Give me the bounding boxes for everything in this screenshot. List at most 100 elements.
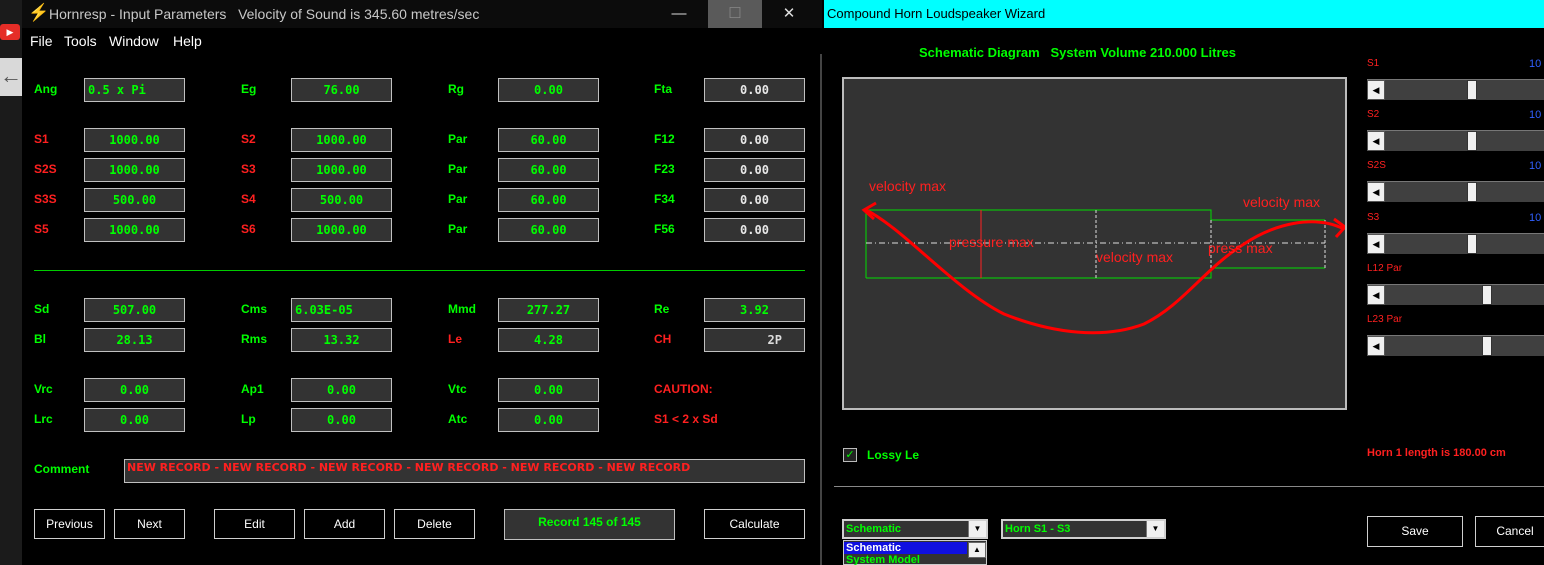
scroll-left-icon[interactable]: ◀ — [1367, 131, 1385, 151]
field-eg[interactable]: 76.00 — [291, 78, 392, 102]
close-button[interactable]: ✕ — [762, 0, 816, 28]
slider-s1[interactable]: ◀ — [1367, 79, 1544, 100]
field-rms[interactable]: 13.32 — [291, 328, 392, 352]
field-sd[interactable]: 507.00 — [84, 298, 185, 322]
window-title: Hornresp - Input Parameters Velocity of … — [49, 6, 480, 22]
standing-wave-curve — [865, 208, 1345, 335]
field-s3[interactable]: 1000.00 — [291, 158, 392, 182]
field-cms[interactable]: 6.03E-05 — [291, 298, 392, 322]
label-s6: S6 — [241, 222, 256, 236]
field-re[interactable]: 3.92 — [704, 298, 805, 322]
comment-field[interactable]: NEW RECORD - NEW RECORD - NEW RECORD - N… — [124, 459, 805, 483]
menu-tools[interactable]: Tools — [64, 33, 97, 49]
calculate-button[interactable]: Calculate — [704, 509, 805, 539]
chevron-down-icon[interactable]: ▼ — [968, 521, 986, 537]
cancel-button[interactable]: Cancel — [1475, 516, 1544, 547]
slider-s2s[interactable]: ◀ — [1367, 181, 1544, 202]
field-f12[interactable]: 0.00 — [704, 128, 805, 152]
scroll-left-icon[interactable]: ◀ — [1367, 234, 1385, 254]
field-s4[interactable]: 500.00 — [291, 188, 392, 212]
slider-thumb[interactable] — [1466, 234, 1477, 254]
previous-button[interactable]: Previous — [34, 509, 105, 539]
edit-button[interactable]: Edit — [214, 509, 295, 539]
slider-thumb[interactable] — [1466, 80, 1477, 100]
menu-window[interactable]: Window — [109, 33, 159, 49]
field-fta[interactable]: 0.00 — [704, 78, 805, 102]
label-ap1: Ap1 — [241, 382, 264, 396]
slider-thumb[interactable] — [1466, 182, 1477, 202]
horn-select[interactable]: Horn S1 - S3 ▼ — [1001, 519, 1166, 539]
menu-file[interactable]: File — [30, 33, 53, 49]
field-s6[interactable]: 1000.00 — [291, 218, 392, 242]
wizard-title-bar[interactable]: Compound Horn Loudspeaker Wizard — [824, 0, 1544, 28]
slider-value-s1: 10 — [1529, 58, 1542, 70]
field-par-1[interactable]: 60.00 — [498, 128, 599, 152]
scroll-left-icon[interactable]: ◀ — [1367, 336, 1385, 356]
label-s1: S1 — [34, 132, 49, 146]
slider-l12-par[interactable]: ◀ — [1367, 284, 1544, 305]
slider-thumb[interactable] — [1466, 131, 1477, 151]
title-bar[interactable]: ⚡ Hornresp - Input Parameters Velocity o… — [22, 0, 822, 28]
field-ap1[interactable]: 0.00 — [291, 378, 392, 402]
field-f34[interactable]: 0.00 — [704, 188, 805, 212]
scroll-up-icon[interactable]: ▲ — [968, 542, 986, 558]
maximize-button[interactable]: ☐ — [708, 0, 762, 28]
field-bl[interactable]: 28.13 — [84, 328, 185, 352]
field-s1[interactable]: 1000.00 — [84, 128, 185, 152]
field-lrc[interactable]: 0.00 — [84, 408, 185, 432]
field-par-2[interactable]: 60.00 — [498, 158, 599, 182]
field-s2s[interactable]: 1000.00 — [84, 158, 185, 182]
slider-s3[interactable]: ◀ — [1367, 233, 1544, 254]
lossy-le-checkbox[interactable]: ✓ — [843, 448, 857, 462]
lossy-le-label[interactable]: Lossy Le — [867, 448, 919, 462]
field-s5[interactable]: 1000.00 — [84, 218, 185, 242]
next-button[interactable]: Next — [114, 509, 185, 539]
annotation-velocity-left: velocity max — [869, 178, 946, 194]
field-f23[interactable]: 0.00 — [704, 158, 805, 182]
field-vtc[interactable]: 0.00 — [498, 378, 599, 402]
slider-thumb[interactable] — [1481, 285, 1492, 305]
label-sd: Sd — [34, 302, 50, 316]
scroll-left-icon[interactable]: ◀ — [1367, 80, 1385, 100]
slider-label-s2s: S2S — [1367, 160, 1386, 171]
field-s3s[interactable]: 500.00 — [84, 188, 185, 212]
label-par-4: Par — [448, 222, 468, 236]
youtube-icon[interactable]: ▶ — [0, 24, 20, 40]
field-par-3[interactable]: 60.00 — [498, 188, 599, 212]
minimize-button[interactable]: — — [652, 0, 706, 28]
schematic-title: Schematic Diagram System Volume 210.000 … — [919, 45, 1236, 60]
section-divider — [34, 270, 805, 271]
delete-button[interactable]: Delete — [394, 509, 475, 539]
field-atc[interactable]: 0.00 — [498, 408, 599, 432]
label-re: Re — [654, 302, 670, 316]
dropdown-option-schematic[interactable]: Schematic — [844, 542, 967, 554]
menu-help[interactable]: Help — [173, 33, 202, 49]
scroll-left-icon[interactable]: ◀ — [1367, 182, 1385, 202]
label-ang: Ang — [34, 82, 58, 96]
label-f56: F56 — [654, 222, 675, 236]
scroll-left-icon[interactable]: ◀ — [1367, 285, 1385, 305]
annotation-pressure-max: pressure max — [949, 234, 1034, 250]
caution-title: CAUTION: — [654, 382, 713, 396]
label-par-2: Par — [448, 162, 468, 176]
slider-s2[interactable]: ◀ — [1367, 130, 1544, 151]
slider-l23-par[interactable]: ◀ — [1367, 335, 1544, 356]
slider-thumb[interactable] — [1481, 336, 1492, 356]
field-f56[interactable]: 0.00 — [704, 218, 805, 242]
field-vrc[interactable]: 0.00 — [84, 378, 185, 402]
chevron-down-icon[interactable]: ▼ — [1146, 521, 1164, 537]
back-arrow-icon[interactable]: ← — [0, 58, 22, 96]
field-mmd[interactable]: 277.27 — [498, 298, 599, 322]
field-ch[interactable]: 2P — [704, 328, 805, 352]
save-button[interactable]: Save — [1367, 516, 1463, 547]
dropdown-option-system-model[interactable]: System Model — [844, 554, 967, 565]
field-rg[interactable]: 0.00 — [498, 78, 599, 102]
view-select[interactable]: Schematic ▼ — [842, 519, 988, 539]
add-button[interactable]: Add — [304, 509, 385, 539]
field-par-4[interactable]: 60.00 — [498, 218, 599, 242]
field-s2[interactable]: 1000.00 — [291, 128, 392, 152]
label-cms: Cms — [241, 302, 268, 316]
field-lp[interactable]: 0.00 — [291, 408, 392, 432]
field-le[interactable]: 4.28 — [498, 328, 599, 352]
field-ang[interactable]: 0.5 x Pi — [84, 78, 185, 102]
